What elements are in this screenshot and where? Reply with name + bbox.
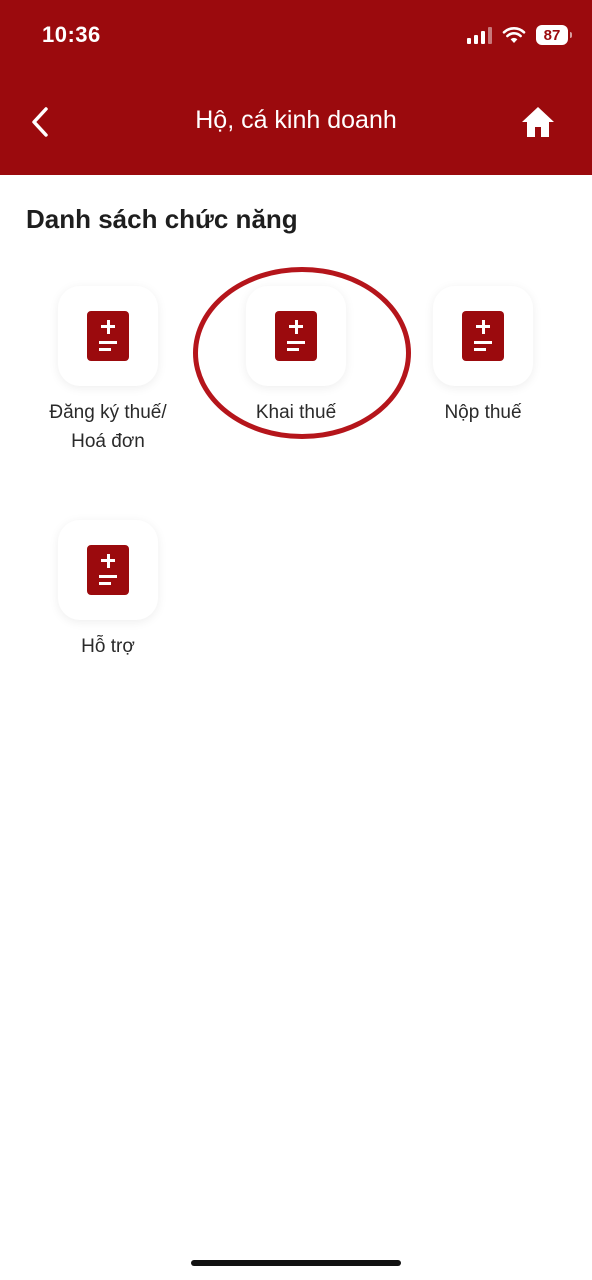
function-tile-nop-thue[interactable]: Nộp thuế bbox=[408, 286, 558, 427]
status-icons: 87 bbox=[467, 22, 572, 48]
tile-label-line1: Đăng ký thuế/ bbox=[49, 402, 167, 423]
tile-label: Hỗ trợ bbox=[33, 632, 183, 661]
section-title: Danh sách chức năng bbox=[26, 204, 298, 234]
battery-level: 87 bbox=[543, 26, 561, 44]
tile-label-line1: Khai thuế bbox=[255, 402, 337, 423]
app-header: 10:36 87 Hộ, cá kinh doanh bbox=[0, 0, 592, 175]
home-indicator bbox=[191, 1260, 401, 1266]
tile-label: Đăng ký thuế/ Hoá đơn bbox=[33, 398, 183, 456]
status-time: 10:36 bbox=[42, 22, 101, 47]
function-tile-ho-tro[interactable]: Hỗ trợ bbox=[33, 520, 183, 661]
cellular-signal-icon bbox=[467, 26, 492, 44]
home-icon bbox=[522, 107, 554, 137]
calculator-icon bbox=[87, 311, 129, 361]
calculator-icon bbox=[87, 545, 129, 595]
tile-icon-box bbox=[58, 520, 158, 620]
tile-icon-box bbox=[246, 286, 346, 386]
tile-icon-box bbox=[58, 286, 158, 386]
function-tile-dang-ky-thue[interactable]: Đăng ký thuế/ Hoá đơn bbox=[33, 286, 183, 456]
tile-label: Nộp thuế bbox=[408, 398, 558, 427]
tile-label-line1: Nộp thuế bbox=[444, 402, 522, 423]
wifi-icon bbox=[502, 27, 526, 43]
page-title: Hộ, cá kinh doanh bbox=[195, 106, 397, 134]
calculator-icon bbox=[275, 311, 317, 361]
tile-label-line2: Hoá đơn bbox=[71, 431, 145, 452]
home-button[interactable] bbox=[518, 102, 558, 142]
battery-icon: 87 bbox=[536, 25, 572, 45]
tile-label-line1: Hỗ trợ bbox=[81, 636, 135, 657]
tile-label: Khai thuế bbox=[221, 398, 371, 427]
tile-icon-box bbox=[433, 286, 533, 386]
function-tile-khai-thue[interactable]: Khai thuế bbox=[221, 286, 371, 427]
calculator-icon bbox=[462, 311, 504, 361]
